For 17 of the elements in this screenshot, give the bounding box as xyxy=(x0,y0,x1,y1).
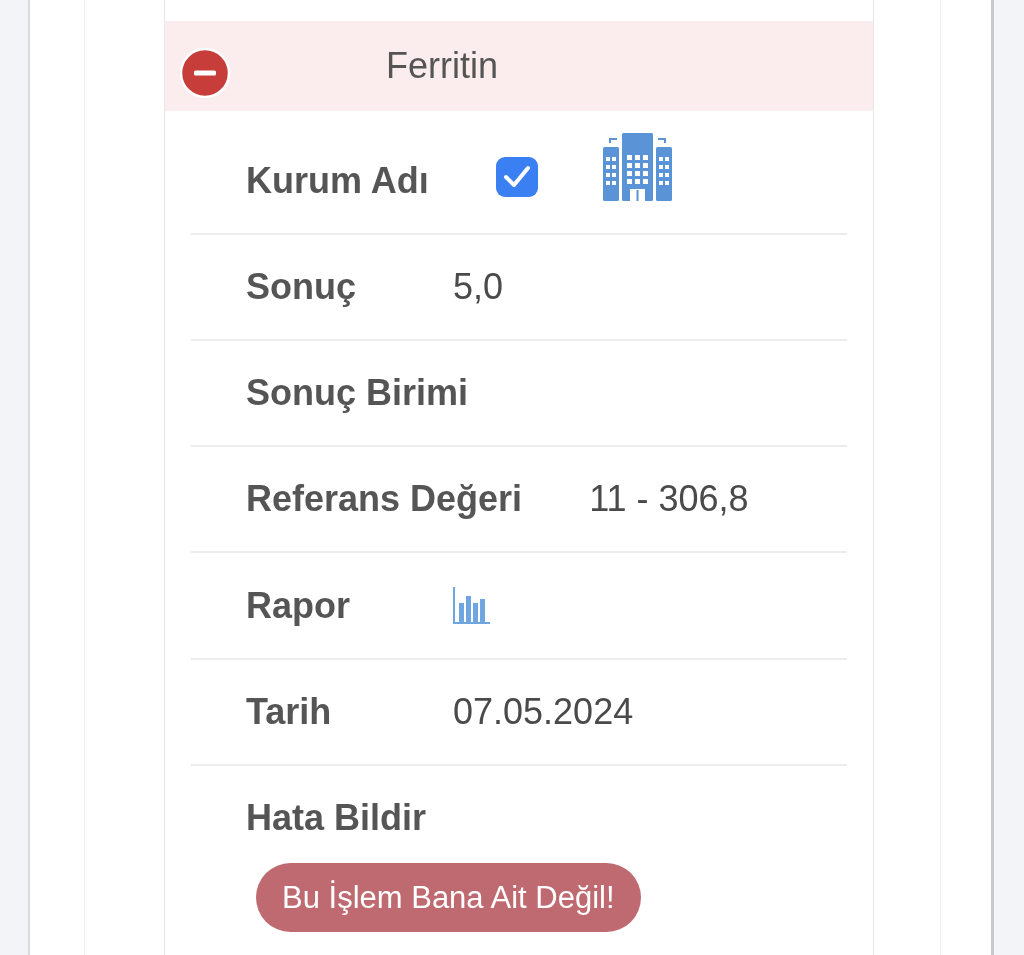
field-value: 07.05.2024 xyxy=(453,694,634,730)
field-label: Rapor xyxy=(246,587,351,624)
accordion-header[interactable]: Ferritin xyxy=(165,21,873,111)
field-label: Referans Değeri xyxy=(246,481,523,517)
section-label: Hata Bildir xyxy=(246,800,427,836)
field-value: 5,0 xyxy=(453,269,504,305)
field-label: Sonuç Birimi xyxy=(246,375,469,411)
report-error-button[interactable]: Bu İşlem Bana Ait Değil! xyxy=(256,863,641,932)
test-name: Ferritin xyxy=(386,46,498,86)
field-value: 11 - 306,8 xyxy=(589,481,749,517)
collapse-icon[interactable] xyxy=(180,48,230,98)
checkbox[interactable] xyxy=(495,157,538,197)
hospital-icon xyxy=(602,133,672,201)
field-label: Tarih xyxy=(246,694,333,730)
bar-chart-icon[interactable] xyxy=(453,587,490,624)
field-label: Sonuç xyxy=(246,269,357,305)
field-label: Kurum Adı xyxy=(246,163,429,199)
